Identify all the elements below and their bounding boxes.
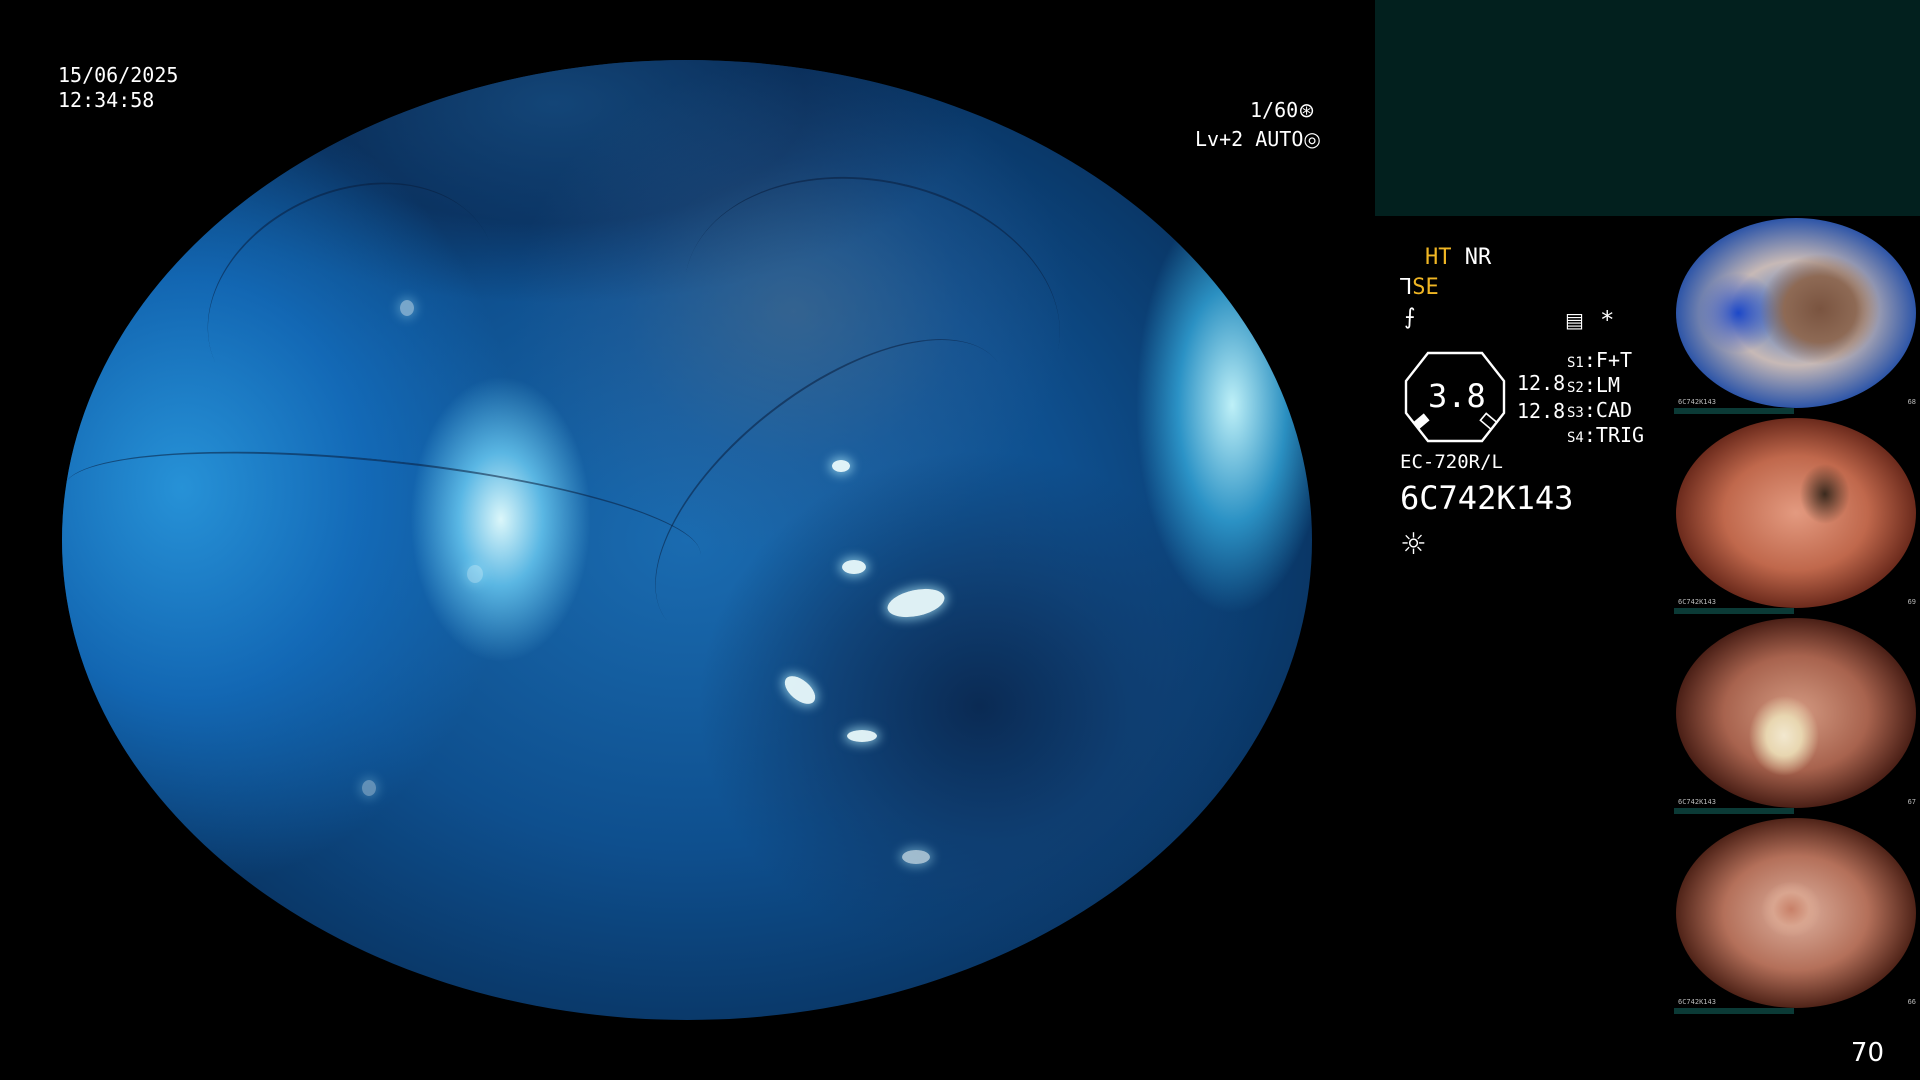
switch-value: TRIG (1595, 423, 1645, 447)
specular-highlight (832, 460, 850, 472)
thumbnail-3[interactable]: 6C742K143 67 (1670, 616, 1920, 816)
switch-value: CAD (1595, 398, 1633, 422)
switch-key: S3 (1567, 405, 1584, 421)
gauge-side-value-1: 12.8 (1517, 371, 1566, 395)
specular-highlight (847, 730, 877, 742)
switch-row: S1:F+T (1567, 348, 1633, 372)
thumbnail-index: 68 (1907, 398, 1916, 406)
thumbnail-image (1676, 618, 1916, 808)
specular-highlight (400, 300, 414, 316)
switch-key: S2 (1567, 380, 1584, 396)
specular-highlight (362, 780, 376, 796)
asterisk-indicator: * (1600, 306, 1615, 334)
thumbnail-serial: 6C742K143 (1678, 998, 1716, 1006)
top-right-panel (1375, 0, 1920, 216)
switch-key: S1 (1567, 355, 1584, 371)
thumbnail-bar (1674, 808, 1794, 814)
shutter-speed: 1/60 (1250, 98, 1299, 122)
thumbnail-serial: 6C742K143 (1678, 398, 1716, 406)
nr-indicator: NR (1464, 245, 1492, 270)
ht-nr-row: HT NR (1425, 245, 1491, 270)
scope-model: EC-720R/L (1400, 451, 1503, 473)
specular-highlight (467, 565, 483, 583)
memory-card-icon: ▤ (1565, 308, 1584, 332)
iris-mode: AUTO (1255, 127, 1304, 151)
thumbnail-1[interactable]: 6C742K143 68 (1670, 216, 1920, 416)
switch-row: S3:CAD (1567, 398, 1633, 422)
light-icon: ☼ (1400, 527, 1427, 562)
thumbnail-image (1676, 218, 1916, 408)
date-label: 15/06/2025 (58, 63, 179, 87)
thumbnail-index: 69 (1907, 598, 1916, 606)
auto-iris-icon: ◎ (1303, 127, 1321, 151)
thumbnail-bar (1674, 408, 1794, 414)
thumbnail-index: 67 (1907, 798, 1916, 806)
switch-value: F+T (1595, 348, 1633, 372)
switch-key: S4 (1567, 430, 1584, 446)
thumbnail-bar (1674, 608, 1794, 614)
switch-value: LM (1595, 373, 1620, 397)
se-row: ⅂SE (1400, 275, 1439, 300)
frame-count: 70 (1850, 1038, 1884, 1068)
thumbnail-image (1676, 818, 1916, 1008)
shutter-icon: ⊛ (1298, 98, 1315, 122)
thumbnail-4[interactable]: 6C742K143 66 (1670, 816, 1920, 1016)
switch-row: S2:LM (1567, 373, 1620, 397)
scope-serial: 6C742K143 (1400, 479, 1574, 517)
thumbnail-bar (1674, 1008, 1794, 1014)
specular-highlight (902, 850, 930, 864)
brightness-level: Lv+2 (1195, 127, 1244, 151)
shutter-readout: 1/60⊛ (1250, 98, 1315, 123)
structure-enhance-icon: ⅂ (1400, 275, 1413, 300)
level-readout: Lv+2 AUTO◎ (1195, 127, 1321, 152)
color-mode-icon: ⨍ (1404, 305, 1416, 330)
time-label: 12:34:58 (58, 88, 155, 112)
switch-row: S4:TRIG (1567, 423, 1645, 447)
thumbnail-image (1676, 418, 1916, 608)
gauge-side-value-2: 12.8 (1517, 399, 1566, 423)
thumbnail-2[interactable]: 6C742K143 69 (1670, 416, 1920, 616)
thumbnail-index: 66 (1907, 998, 1916, 1006)
gauge-value: 3.8 (1428, 377, 1486, 415)
ht-indicator: HT (1425, 245, 1452, 270)
specular-highlight (842, 560, 866, 574)
endoscope-view (62, 60, 1312, 1020)
thumbnail-serial: 6C742K143 (1678, 798, 1716, 806)
se-indicator: SE (1412, 275, 1439, 300)
thumbnail-serial: 6C742K143 (1678, 598, 1716, 606)
